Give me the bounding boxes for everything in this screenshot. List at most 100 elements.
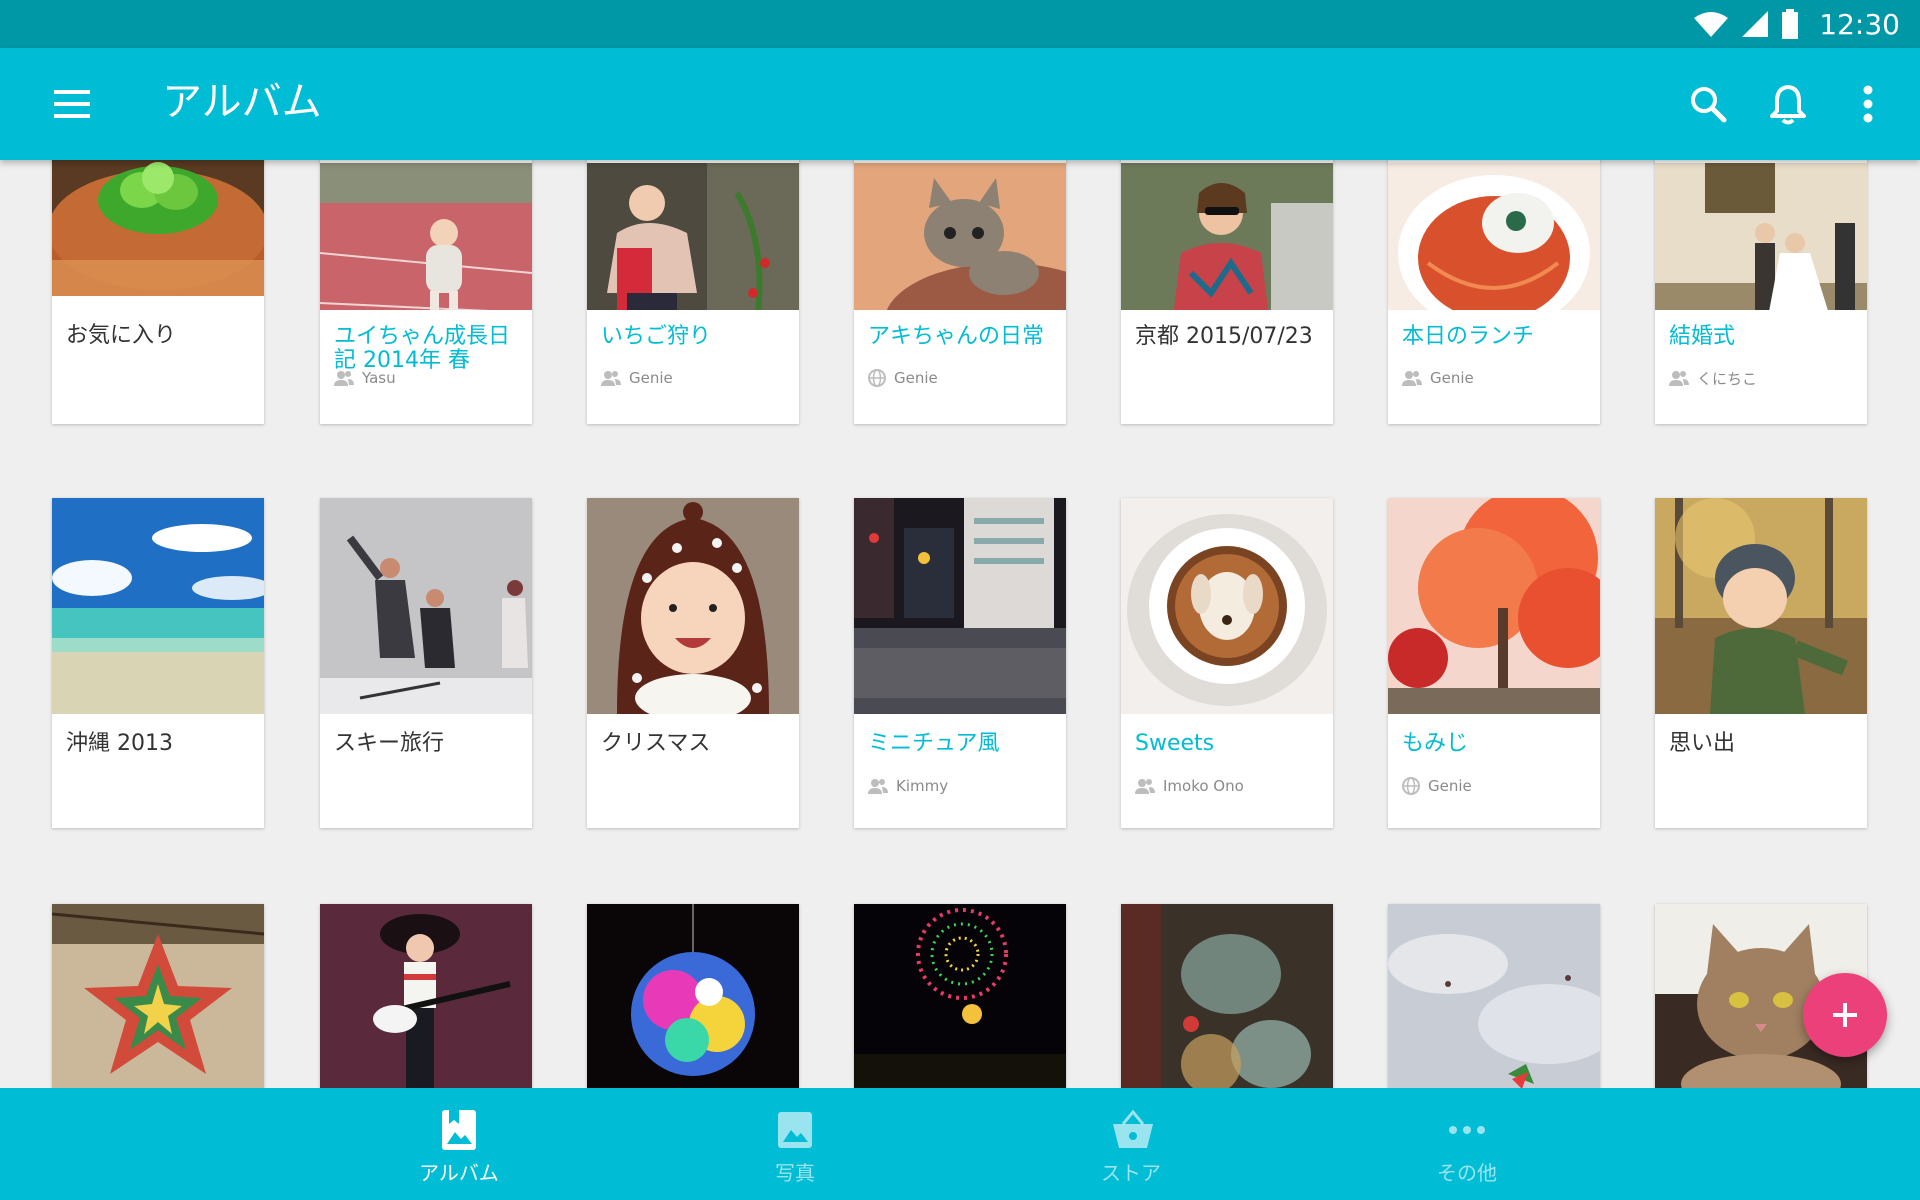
album-thumbnail xyxy=(320,160,532,310)
battery-icon xyxy=(1782,9,1799,39)
album-title: 沖縄 2013 xyxy=(66,731,173,756)
album-owner-name: Kimmy xyxy=(896,777,949,795)
album-thumbnail xyxy=(587,498,799,714)
album-thumbnail xyxy=(52,904,264,1088)
plus-icon xyxy=(1833,1003,1857,1027)
album-card[interactable]: 沖縄 2013 xyxy=(52,498,264,828)
album-owner: Kimmy xyxy=(868,776,948,796)
album-card[interactable]: お気に入り xyxy=(52,160,264,424)
nav-label: ストア xyxy=(1101,1161,1161,1185)
app-toolbar: アルバム xyxy=(0,48,1920,160)
nav-item-album[interactable]: アルバム xyxy=(359,1088,559,1200)
album-owner-name: Genie xyxy=(1428,777,1472,795)
album-title: アキちゃんの日常 xyxy=(868,324,1045,349)
album-card[interactable] xyxy=(1121,904,1333,1088)
album-card[interactable] xyxy=(320,904,532,1088)
store-basket-icon xyxy=(1113,1109,1153,1148)
album-card[interactable] xyxy=(587,904,799,1088)
album-title: ミニチュア風 xyxy=(868,731,1000,756)
album-card[interactable]: アキちゃんの日常 Genie xyxy=(854,160,1066,424)
more-vert-icon xyxy=(1863,85,1873,123)
people-icon xyxy=(1135,779,1155,794)
people-icon xyxy=(868,779,888,794)
album-card[interactable] xyxy=(1388,904,1600,1088)
album-thumbnail xyxy=(320,498,532,714)
album-thumbnail xyxy=(1655,498,1867,714)
album-thumbnail xyxy=(854,904,1066,1088)
album-title: スキー旅行 xyxy=(334,731,445,756)
album-owner: Genie xyxy=(1402,368,1474,388)
menu-button[interactable] xyxy=(52,86,92,122)
album-card[interactable]: 思い出 xyxy=(1655,498,1867,828)
album-owner-name: Imoko Ono xyxy=(1163,777,1244,795)
more-horiz-icon xyxy=(1449,1126,1485,1134)
album-thumbnail xyxy=(52,160,264,310)
album-card[interactable]: Sweets Imoko Ono xyxy=(1121,498,1333,828)
people-icon xyxy=(334,371,354,386)
album-thumbnail xyxy=(1121,160,1333,310)
album-thumbnail xyxy=(1121,498,1333,714)
nav-label: その他 xyxy=(1437,1161,1497,1185)
album-owner-name: Genie xyxy=(629,369,673,387)
album-thumbnail xyxy=(1388,904,1600,1088)
page-title: アルバム xyxy=(162,79,322,125)
album-card[interactable]: 京都 2015/07/23 xyxy=(1121,160,1333,424)
nav-label: アルバム xyxy=(419,1161,499,1185)
album-title: 思い出 xyxy=(1669,731,1736,756)
album-card[interactable]: もみじ Genie xyxy=(1388,498,1600,828)
people-icon xyxy=(601,371,621,386)
album-grid: お気に入り ユイちゃん成長日記 2014年 春 Yasu いちご狩り Genie… xyxy=(0,160,1920,1088)
album-card[interactable]: 本日のランチ Genie xyxy=(1388,160,1600,424)
album-card[interactable] xyxy=(854,904,1066,1088)
album-title: Sweets xyxy=(1135,731,1215,756)
album-card[interactable]: ユイちゃん成長日記 2014年 春 Yasu xyxy=(320,160,532,424)
album-owner: Yasu xyxy=(334,368,396,388)
status-icons: 12:30 xyxy=(1693,0,1900,48)
album-card[interactable]: 結婚式 くにちこ xyxy=(1655,160,1867,424)
hamburger-menu-icon xyxy=(54,90,90,118)
album-thumbnail xyxy=(1388,160,1600,310)
album-card[interactable]: ミニチュア風 Kimmy xyxy=(854,498,1066,828)
album-card[interactable]: スキー旅行 xyxy=(320,498,532,828)
album-thumbnail xyxy=(1388,498,1600,714)
bottom-navigation: アルバム 写真 ストア その他 xyxy=(0,1088,1920,1200)
album-owner: Genie xyxy=(1402,776,1472,796)
album-title: もみじ xyxy=(1402,731,1469,756)
globe-icon xyxy=(868,369,886,387)
nav-item-photos[interactable]: 写真 xyxy=(695,1088,895,1200)
album-title: いちご狩り xyxy=(601,324,712,349)
album-card[interactable] xyxy=(52,904,264,1088)
album-thumbnail xyxy=(587,160,799,310)
add-album-fab[interactable] xyxy=(1803,973,1887,1057)
album-owner: Genie xyxy=(601,368,673,388)
status-time: 12:30 xyxy=(1819,7,1900,41)
album-thumbnail xyxy=(587,904,799,1088)
album-card[interactable]: いちご狩り Genie xyxy=(587,160,799,424)
album-owner: Imoko Ono xyxy=(1135,776,1244,796)
status-bar: 12:30 xyxy=(0,0,1920,48)
album-owner-name: Genie xyxy=(1430,369,1474,387)
album-owner: Genie xyxy=(868,368,938,388)
album-icon xyxy=(442,1110,476,1150)
nav-label: 写真 xyxy=(775,1161,815,1185)
album-thumbnail xyxy=(320,904,532,1088)
search-button[interactable] xyxy=(1682,78,1734,130)
bell-icon xyxy=(1770,85,1806,125)
album-title: 結婚式 xyxy=(1669,324,1736,349)
notifications-button[interactable] xyxy=(1762,78,1814,130)
nav-item-more[interactable]: その他 xyxy=(1367,1088,1567,1200)
people-icon xyxy=(1402,371,1422,386)
people-icon xyxy=(1669,371,1689,386)
album-thumbnail xyxy=(1121,904,1333,1088)
overflow-menu-button[interactable] xyxy=(1842,78,1894,130)
album-title: クリスマス xyxy=(601,731,711,756)
album-card[interactable]: クリスマス xyxy=(587,498,799,828)
album-title: 京都 2015/07/23 xyxy=(1135,324,1313,349)
photo-icon xyxy=(778,1112,812,1148)
nav-item-store[interactable]: ストア xyxy=(1031,1088,1231,1200)
album-owner: くにちこ xyxy=(1669,368,1757,388)
album-thumbnail xyxy=(1655,160,1867,310)
album-thumbnail xyxy=(854,498,1066,714)
album-title: ユイちゃん成長日記 2014年 春 xyxy=(334,324,511,373)
album-owner-name: くにちこ xyxy=(1697,369,1758,388)
